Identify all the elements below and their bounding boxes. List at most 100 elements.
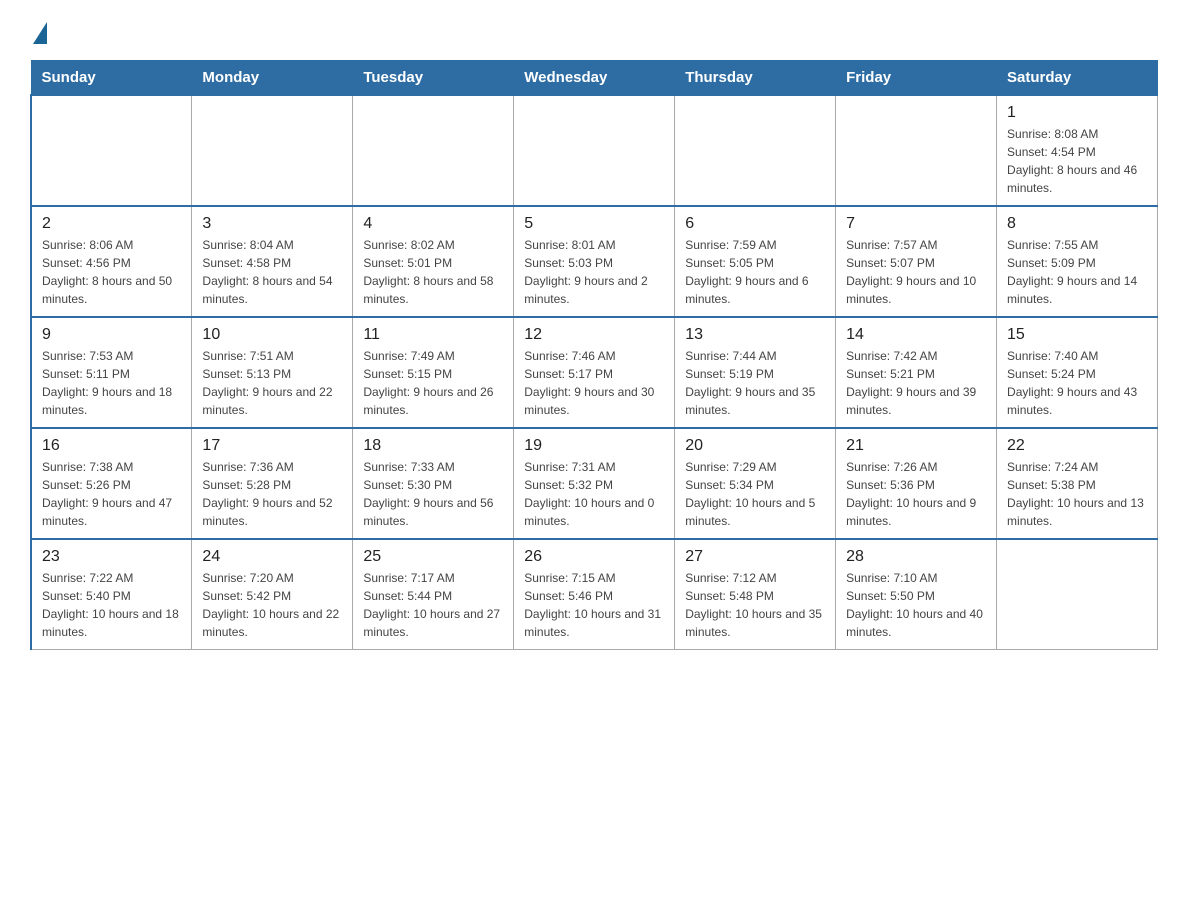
day-of-week-header: Sunday — [31, 61, 192, 96]
day-number: 15 — [1007, 326, 1147, 344]
day-number: 7 — [846, 215, 986, 233]
calendar-week-row: 2 Sunrise: 8:06 AMSunset: 4:56 PMDaylight… — [31, 206, 1158, 317]
day-of-week-header: Friday — [836, 61, 997, 96]
day-number: 22 — [1007, 437, 1147, 455]
day-number: 14 — [846, 326, 986, 344]
calendar-cell — [514, 95, 675, 206]
logo — [30, 20, 47, 40]
calendar-cell: 6 Sunrise: 7:59 AMSunset: 5:05 PMDaylight… — [675, 206, 836, 317]
day-number: 12 — [524, 326, 664, 344]
day-info: Sunrise: 7:20 AMSunset: 5:42 PMDaylight:… — [202, 569, 342, 641]
day-of-week-header: Tuesday — [353, 61, 514, 96]
day-info: Sunrise: 7:38 AMSunset: 5:26 PMDaylight:… — [42, 458, 181, 530]
calendar-cell: 4 Sunrise: 8:02 AMSunset: 5:01 PMDaylight… — [353, 206, 514, 317]
day-number: 26 — [524, 548, 664, 566]
calendar-cell: 20Sunrise: 7:29 AMSunset: 5:34 PMDayligh… — [675, 428, 836, 539]
calendar-cell: 14 Sunrise: 7:42 AMSunset: 5:21 PMDayligh… — [836, 317, 997, 428]
calendar-cell: 22 Sunrise: 7:24 AMSunset: 5:38 PMDayligh… — [997, 428, 1158, 539]
day-info: Sunrise: 7:33 AMSunset: 5:30 PMDaylight:… — [363, 458, 503, 530]
day-number: 8 — [1007, 215, 1147, 233]
calendar-cell: 8 Sunrise: 7:55 AMSunset: 5:09 PMDaylight… — [997, 206, 1158, 317]
calendar-cell: 18 Sunrise: 7:33 AMSunset: 5:30 PMDayligh… — [353, 428, 514, 539]
calendar-cell: 5 Sunrise: 8:01 AMSunset: 5:03 PMDaylight… — [514, 206, 675, 317]
day-number: 20 — [685, 437, 825, 455]
day-info: Sunrise: 7:17 AMSunset: 5:44 PMDaylight:… — [363, 569, 503, 641]
day-number: 18 — [363, 437, 503, 455]
calendar-cell: 21 Sunrise: 7:26 AMSunset: 5:36 PMDayligh… — [836, 428, 997, 539]
day-number: 5 — [524, 215, 664, 233]
calendar-table: SundayMondayTuesdayWednesdayThursdayFrid… — [30, 60, 1158, 650]
day-number: 23 — [42, 548, 181, 566]
day-number: 13 — [685, 326, 825, 344]
calendar-cell: 26 Sunrise: 7:15 AMSunset: 5:46 PMDayligh… — [514, 539, 675, 650]
day-info: Sunrise: 8:02 AMSunset: 5:01 PMDaylight:… — [363, 236, 503, 308]
day-number: 19 — [524, 437, 664, 455]
calendar-cell — [836, 95, 997, 206]
calendar-cell — [353, 95, 514, 206]
calendar-cell: 11 Sunrise: 7:49 AMSunset: 5:15 PMDayligh… — [353, 317, 514, 428]
day-number: 6 — [685, 215, 825, 233]
day-info: Sunrise: 7:15 AMSunset: 5:46 PMDaylight:… — [524, 569, 664, 641]
calendar-cell: 28 Sunrise: 7:10 AMSunset: 5:50 PMDayligh… — [836, 539, 997, 650]
calendar-week-row: 1 Sunrise: 8:08 AMSunset: 4:54 PMDaylight… — [31, 95, 1158, 206]
calendar-header-row: SundayMondayTuesdayWednesdayThursdayFrid… — [31, 61, 1158, 96]
calendar-cell: 10Sunrise: 7:51 AMSunset: 5:13 PMDayligh… — [192, 317, 353, 428]
calendar-cell: 9 Sunrise: 7:53 AMSunset: 5:11 PMDaylight… — [31, 317, 192, 428]
day-number: 11 — [363, 326, 503, 344]
day-number: 27 — [685, 548, 825, 566]
calendar-cell: 2 Sunrise: 8:06 AMSunset: 4:56 PMDaylight… — [31, 206, 192, 317]
day-info: Sunrise: 7:42 AMSunset: 5:21 PMDaylight:… — [846, 347, 986, 419]
day-info: Sunrise: 7:36 AMSunset: 5:28 PMDaylight:… — [202, 458, 342, 530]
day-number: 28 — [846, 548, 986, 566]
day-info: Sunrise: 7:51 AMSunset: 5:13 PMDaylight:… — [202, 347, 342, 419]
day-info: Sunrise: 7:22 AMSunset: 5:40 PMDaylight:… — [42, 569, 181, 641]
day-number: 25 — [363, 548, 503, 566]
calendar-cell: 27 Sunrise: 7:12 AMSunset: 5:48 PMDayligh… — [675, 539, 836, 650]
day-number: 3 — [202, 215, 342, 233]
day-number: 9 — [42, 326, 181, 344]
calendar-cell — [31, 95, 192, 206]
calendar-cell: 16 Sunrise: 7:38 AMSunset: 5:26 PMDayligh… — [31, 428, 192, 539]
day-info: Sunrise: 7:49 AMSunset: 5:15 PMDaylight:… — [363, 347, 503, 419]
day-number: 1 — [1007, 104, 1147, 122]
day-info: Sunrise: 8:01 AMSunset: 5:03 PMDaylight:… — [524, 236, 664, 308]
day-info: Sunrise: 7:40 AMSunset: 5:24 PMDaylight:… — [1007, 347, 1147, 419]
calendar-cell: 23 Sunrise: 7:22 AMSunset: 5:40 PMDayligh… — [31, 539, 192, 650]
day-number: 4 — [363, 215, 503, 233]
day-info: Sunrise: 7:59 AMSunset: 5:05 PMDaylight:… — [685, 236, 825, 308]
calendar-cell: 24 Sunrise: 7:20 AMSunset: 5:42 PMDayligh… — [192, 539, 353, 650]
day-info: Sunrise: 8:08 AMSunset: 4:54 PMDaylight:… — [1007, 125, 1147, 197]
day-of-week-header: Thursday — [675, 61, 836, 96]
day-info: Sunrise: 7:31 AMSunset: 5:32 PMDaylight:… — [524, 458, 664, 530]
page-header — [30, 20, 1158, 40]
calendar-cell: 17 Sunrise: 7:36 AMSunset: 5:28 PMDayligh… — [192, 428, 353, 539]
day-info: Sunrise: 7:44 AMSunset: 5:19 PMDaylight:… — [685, 347, 825, 419]
calendar-cell — [997, 539, 1158, 650]
calendar-week-row: 9 Sunrise: 7:53 AMSunset: 5:11 PMDaylight… — [31, 317, 1158, 428]
day-info: Sunrise: 7:57 AMSunset: 5:07 PMDaylight:… — [846, 236, 986, 308]
day-number: 2 — [42, 215, 181, 233]
day-number: 17 — [202, 437, 342, 455]
calendar-cell — [192, 95, 353, 206]
calendar-cell: 3 Sunrise: 8:04 AMSunset: 4:58 PMDaylight… — [192, 206, 353, 317]
day-info: Sunrise: 7:26 AMSunset: 5:36 PMDaylight:… — [846, 458, 986, 530]
day-info: Sunrise: 7:12 AMSunset: 5:48 PMDaylight:… — [685, 569, 825, 641]
day-number: 21 — [846, 437, 986, 455]
day-info: Sunrise: 8:06 AMSunset: 4:56 PMDaylight:… — [42, 236, 181, 308]
calendar-cell — [675, 95, 836, 206]
calendar-cell: 1 Sunrise: 8:08 AMSunset: 4:54 PMDaylight… — [997, 95, 1158, 206]
day-info: Sunrise: 7:24 AMSunset: 5:38 PMDaylight:… — [1007, 458, 1147, 530]
day-info: Sunrise: 8:04 AMSunset: 4:58 PMDaylight:… — [202, 236, 342, 308]
day-info: Sunrise: 7:10 AMSunset: 5:50 PMDaylight:… — [846, 569, 986, 641]
day-info: Sunrise: 7:53 AMSunset: 5:11 PMDaylight:… — [42, 347, 181, 419]
calendar-cell: 13 Sunrise: 7:44 AMSunset: 5:19 PMDayligh… — [675, 317, 836, 428]
day-info: Sunrise: 7:55 AMSunset: 5:09 PMDaylight:… — [1007, 236, 1147, 308]
calendar-week-row: 16 Sunrise: 7:38 AMSunset: 5:26 PMDayligh… — [31, 428, 1158, 539]
day-number: 16 — [42, 437, 181, 455]
day-of-week-header: Wednesday — [514, 61, 675, 96]
calendar-cell: 12 Sunrise: 7:46 AMSunset: 5:17 PMDayligh… — [514, 317, 675, 428]
day-info: Sunrise: 7:46 AMSunset: 5:17 PMDaylight:… — [524, 347, 664, 419]
day-number: 24 — [202, 548, 342, 566]
calendar-cell: 25 Sunrise: 7:17 AMSunset: 5:44 PMDayligh… — [353, 539, 514, 650]
calendar-week-row: 23 Sunrise: 7:22 AMSunset: 5:40 PMDayligh… — [31, 539, 1158, 650]
